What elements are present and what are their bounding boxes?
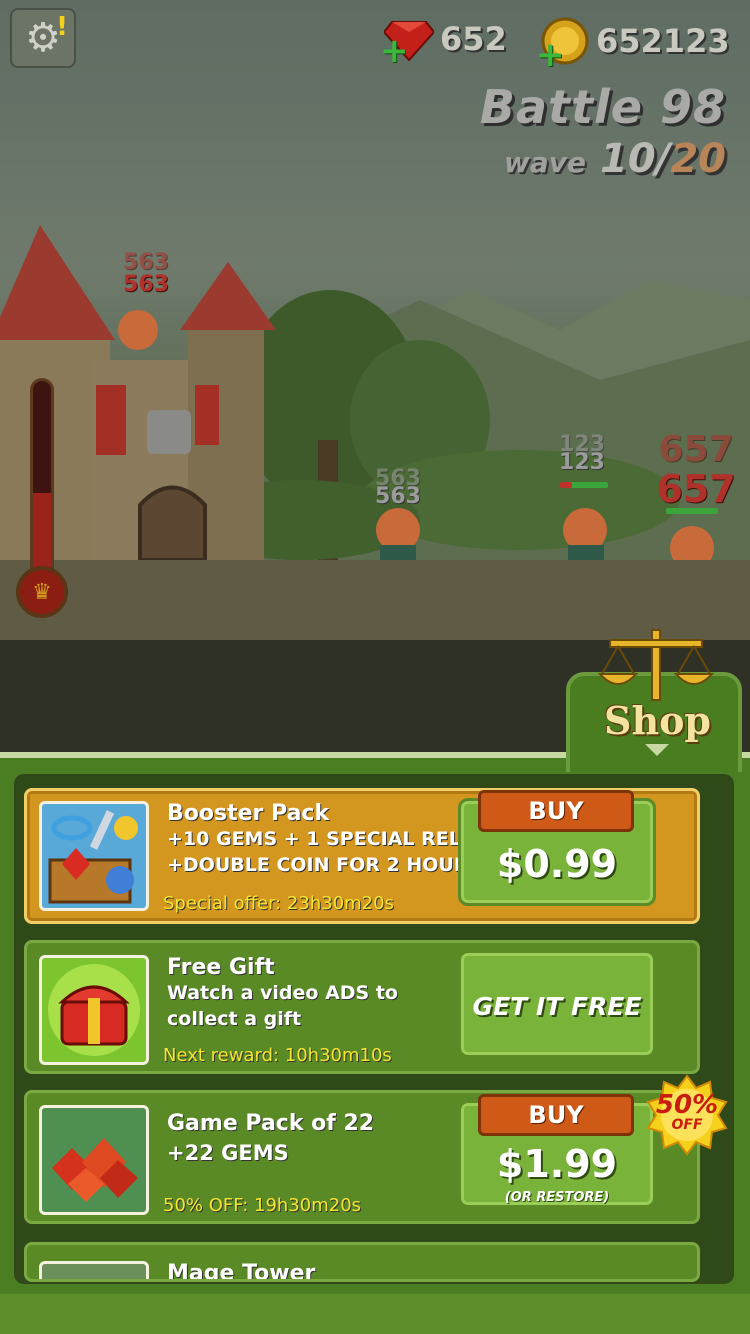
item-timer: Next reward: 10h30m10s xyxy=(163,1045,392,1066)
castle-upgrade-button[interactable]: ♛ xyxy=(16,566,68,618)
enemy-health-bar xyxy=(666,508,718,514)
shop-item-mage-tower[interactable]: Mage Tower xyxy=(24,1242,700,1282)
item-details: Mage Tower xyxy=(167,1261,316,1282)
item-title: Mage Tower xyxy=(167,1261,316,1282)
gift-chest-icon xyxy=(39,955,149,1065)
settings-button[interactable]: ⚙ ! xyxy=(10,8,76,68)
treasure-chest-icon xyxy=(39,801,149,911)
coin-counter[interactable]: + 652123 xyxy=(536,16,730,72)
item-details: Game Pack of 22 +22 GEMS xyxy=(167,1111,374,1166)
shop-tab-label: Shop xyxy=(604,698,711,743)
item-price: $1.99 xyxy=(496,1142,618,1186)
wave-label: wave xyxy=(504,146,587,179)
buy-label: BUY xyxy=(478,790,634,832)
discount-badge-label: 50% OFF xyxy=(646,1092,728,1132)
item-title: Booster Pack xyxy=(167,801,330,826)
gem-icon: + xyxy=(380,16,436,68)
wave-total: 20 xyxy=(670,136,726,182)
discount-off: OFF xyxy=(671,1117,703,1133)
item-title: Free Gift xyxy=(167,955,275,980)
scales-icon xyxy=(597,629,715,701)
add-gems-icon[interactable]: + xyxy=(380,34,409,68)
wave-progress: 10/20 xyxy=(600,136,726,182)
item-details: Booster Pack +10 GEMS + 1 SPECIAL RELIC … xyxy=(167,801,482,878)
buy-label: BUY xyxy=(478,1094,634,1136)
item-description: +DOUBLE COIN FOR 2 HOURS xyxy=(167,854,483,876)
castle-charge-meter xyxy=(30,378,54,588)
item-description: Watch a video ADS to xyxy=(167,982,398,1004)
wave-current: 10/ xyxy=(600,136,671,182)
castle-hp: 563 xyxy=(123,272,169,297)
discount-percent: 50% xyxy=(655,1090,719,1120)
item-description: collect a gift xyxy=(167,1008,302,1030)
alert-icon: ! xyxy=(56,12,68,42)
crown-icon: ♛ xyxy=(32,579,52,605)
castle-hp-ghost: 563 xyxy=(123,250,169,275)
item-title: Game Pack of 22 xyxy=(167,1111,375,1136)
gem-counter[interactable]: + 652 xyxy=(380,16,507,68)
enemy-health-bar-damage xyxy=(560,482,572,488)
item-details: Free Gift Watch a video ADS to collect a… xyxy=(167,955,398,1032)
shop-panel-footer xyxy=(0,1294,750,1334)
item-timer: 50% OFF: 19h30m20s xyxy=(163,1195,362,1216)
enemy-hp: 563 xyxy=(375,484,421,509)
item-description: +22 GEMS xyxy=(167,1141,289,1165)
get-free-label: GET IT FREE xyxy=(472,992,642,1021)
item-price: $0.99 xyxy=(496,842,618,886)
add-coins-icon[interactable]: + xyxy=(536,38,565,72)
battle-title: Battle 98 xyxy=(479,80,726,134)
mage-tower-icon xyxy=(39,1261,149,1279)
item-description: +10 GEMS + 1 SPECIAL RELIC xyxy=(167,828,482,850)
restore-note: (OR RESTORE) xyxy=(504,1190,610,1205)
enemy-hp: 657 xyxy=(656,467,736,511)
coin-icon: + xyxy=(536,16,590,72)
coin-count: 652123 xyxy=(596,22,730,60)
chevron-down-icon xyxy=(645,744,669,756)
enemy-hp-ghost: 657 xyxy=(658,429,734,470)
enemy-hp: 123 xyxy=(559,450,605,475)
wave-indicator: wave 10/20 xyxy=(504,136,726,182)
item-timer: Special offer: 23h30m20s xyxy=(163,893,394,914)
gem-count: 652 xyxy=(440,20,507,58)
gems-pile-icon xyxy=(39,1105,149,1215)
